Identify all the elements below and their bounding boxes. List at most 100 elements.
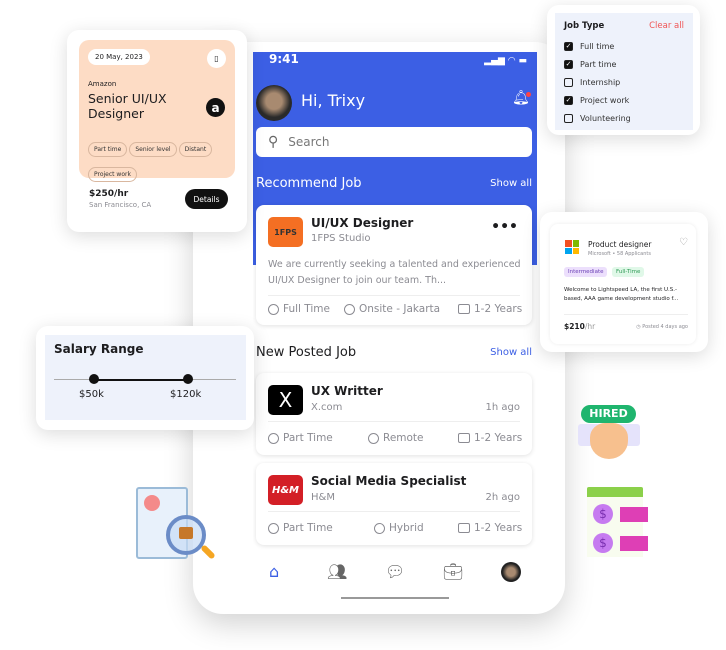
amazon-logo: a xyxy=(206,98,225,117)
briefcase-icon xyxy=(458,304,470,314)
salary-range-card: Salary Range $50k $120k xyxy=(36,326,254,430)
job-card[interactable]: H&M Social Media Specialist H&M 2h ago P… xyxy=(256,463,532,545)
details-button[interactable]: Details xyxy=(185,189,228,209)
tag: Project work xyxy=(88,167,137,182)
clock-icon xyxy=(268,522,279,534)
divider xyxy=(268,421,520,422)
salary-panel: Salary Range $50k $120k xyxy=(45,335,246,420)
job-card[interactable]: X UX Writter X.com 1h ago Part Time Remo… xyxy=(256,373,532,455)
new-posted-show-all[interactable]: Show all xyxy=(490,347,532,358)
more-options-icon[interactable]: ••• xyxy=(491,219,518,235)
checkbox-checked-icon: ✓ xyxy=(564,95,573,105)
microsoft-logo xyxy=(565,240,579,254)
job-description: We are currently seeking a talented and … xyxy=(268,259,521,286)
recommend-show-all[interactable]: Show all xyxy=(490,178,532,189)
location: San Francisco, CA xyxy=(89,201,152,209)
slider-max-handle[interactable] xyxy=(183,374,193,384)
salary-min: $50k xyxy=(79,389,104,400)
nav-profile-avatar[interactable] xyxy=(501,562,521,582)
posted-time: 1h ago xyxy=(485,402,520,413)
checkbox-checked-icon: ✓ xyxy=(564,41,573,51)
job-experience: 1-2 Years xyxy=(458,432,522,444)
job-location: Hybrid xyxy=(374,522,424,534)
divider xyxy=(564,314,688,315)
bell-icon[interactable]: 🔔︎ xyxy=(512,90,531,106)
job-subtitle: Microsoft • 58 Applicants xyxy=(588,251,651,257)
handshake-icon xyxy=(590,423,628,459)
job-type-title: Job Type xyxy=(564,21,605,31)
job-location: Remote xyxy=(368,432,424,444)
posted-time: ◷ Posted 4 days ago xyxy=(636,324,688,330)
slider-range xyxy=(94,379,188,381)
search-icon: ⚲ xyxy=(268,134,279,150)
hired-handshake-illustration: HIRED xyxy=(578,405,640,461)
checkbox-checked-icon: ✓ xyxy=(564,59,573,69)
posted-time: 2h ago xyxy=(485,492,520,503)
date-badge: 20 May, 2023 xyxy=(88,49,150,65)
company-logo: X xyxy=(268,385,303,415)
featured-job-panel: 20 May, 2023 ▯ Amazon Senior UI/UX Desig… xyxy=(79,40,235,182)
job-title: Social Media Specialist xyxy=(311,474,467,488)
product-designer-card[interactable]: Product designer Microsoft • 58 Applican… xyxy=(540,212,708,352)
job-title: UX Writter xyxy=(311,384,383,398)
job-title: UI/UX Designer xyxy=(311,216,414,230)
status-time: 9:41 xyxy=(269,52,299,66)
job-type-panel: Job Type Clear all ✓ Full time ✓ Part time… xyxy=(555,13,693,130)
company-logo: H&M xyxy=(268,475,303,505)
tag-list: Part time Senior level Distant Project work xyxy=(88,136,233,186)
nav-chat-icon[interactable]: 💬︎ xyxy=(385,562,405,581)
dollar-icon: $ xyxy=(593,533,613,553)
location-icon xyxy=(368,432,379,444)
hired-badge: HIRED xyxy=(581,405,636,423)
rate: $250/hr xyxy=(89,189,129,199)
resume-search-illustration xyxy=(136,487,216,567)
checkbox-empty-icon xyxy=(564,113,573,123)
tag: Distant xyxy=(178,142,213,157)
checkbox-project-work[interactable]: ✓ Project work xyxy=(564,91,684,109)
featured-job-card[interactable]: 20 May, 2023 ▯ Amazon Senior UI/UX Desig… xyxy=(67,30,247,232)
text-block-icon xyxy=(620,507,648,522)
status-icons: ▂▄▆ ◠ ▬ xyxy=(484,56,527,66)
checkbox-full-time[interactable]: ✓ Full time xyxy=(564,37,684,55)
slider-min-handle[interactable] xyxy=(89,374,99,384)
nav-people-icon[interactable]: 👥︎ xyxy=(327,562,347,581)
checkbox-internship[interactable]: Internship xyxy=(564,73,684,91)
phone-screen: 9:41 ▂▄▆ ◠ ▬ Hi, Trixy 🔔︎ ⚲ Search Recom… xyxy=(253,52,537,600)
heart-icon[interactable]: ♡ xyxy=(679,237,688,248)
dollar-icon: $ xyxy=(593,504,613,524)
avatar[interactable] xyxy=(256,85,292,121)
bookmark-icon[interactable]: ▯ xyxy=(207,49,226,68)
rate: $210/hr xyxy=(564,322,596,331)
job-experience: 1-2 Years xyxy=(458,522,522,534)
salary-title: Salary Range xyxy=(54,342,144,356)
checkbox-volunteering[interactable]: Volunteering xyxy=(564,109,684,127)
company-name: 1FPS Studio xyxy=(311,233,371,244)
tag: Part time xyxy=(88,142,128,157)
job-title: Product designer xyxy=(588,240,652,249)
search-input[interactable]: ⚲ Search xyxy=(256,127,532,157)
briefcase-icon xyxy=(179,527,193,539)
job-experience: 1-2 Years xyxy=(458,303,522,315)
briefcase-icon xyxy=(458,433,470,443)
text-block-icon xyxy=(620,536,648,551)
company-name: X.com xyxy=(311,402,343,413)
job-title: Senior UI/UX Designer xyxy=(88,91,167,121)
location-icon xyxy=(344,303,355,315)
payment-list-illustration: $ $ xyxy=(587,487,648,557)
type-tag: Full-Time xyxy=(612,267,645,277)
salary-max: $120k xyxy=(170,389,202,400)
checkbox-part-time[interactable]: ✓ Part time xyxy=(564,55,684,73)
company-name: H&M xyxy=(311,492,335,503)
greeting: Hi, Trixy xyxy=(301,91,366,110)
company-name: Amazon xyxy=(88,80,117,88)
job-type: Part Time xyxy=(268,432,333,444)
job-location: Onsite - Jakarta xyxy=(344,303,440,315)
clear-all-link[interactable]: Clear all xyxy=(649,21,684,31)
nav-briefcase-icon[interactable]: 💼︎ xyxy=(443,562,463,581)
search-placeholder: Search xyxy=(288,135,330,149)
job-type: Part Time xyxy=(268,522,333,534)
recommended-job-card[interactable]: 1FPS UI/UX Designer 1FPS Studio ••• We a… xyxy=(256,205,532,325)
new-posted-title: New Posted Job xyxy=(256,345,357,360)
nav-home-icon[interactable]: ⌂ xyxy=(269,562,279,581)
divider xyxy=(268,511,520,512)
